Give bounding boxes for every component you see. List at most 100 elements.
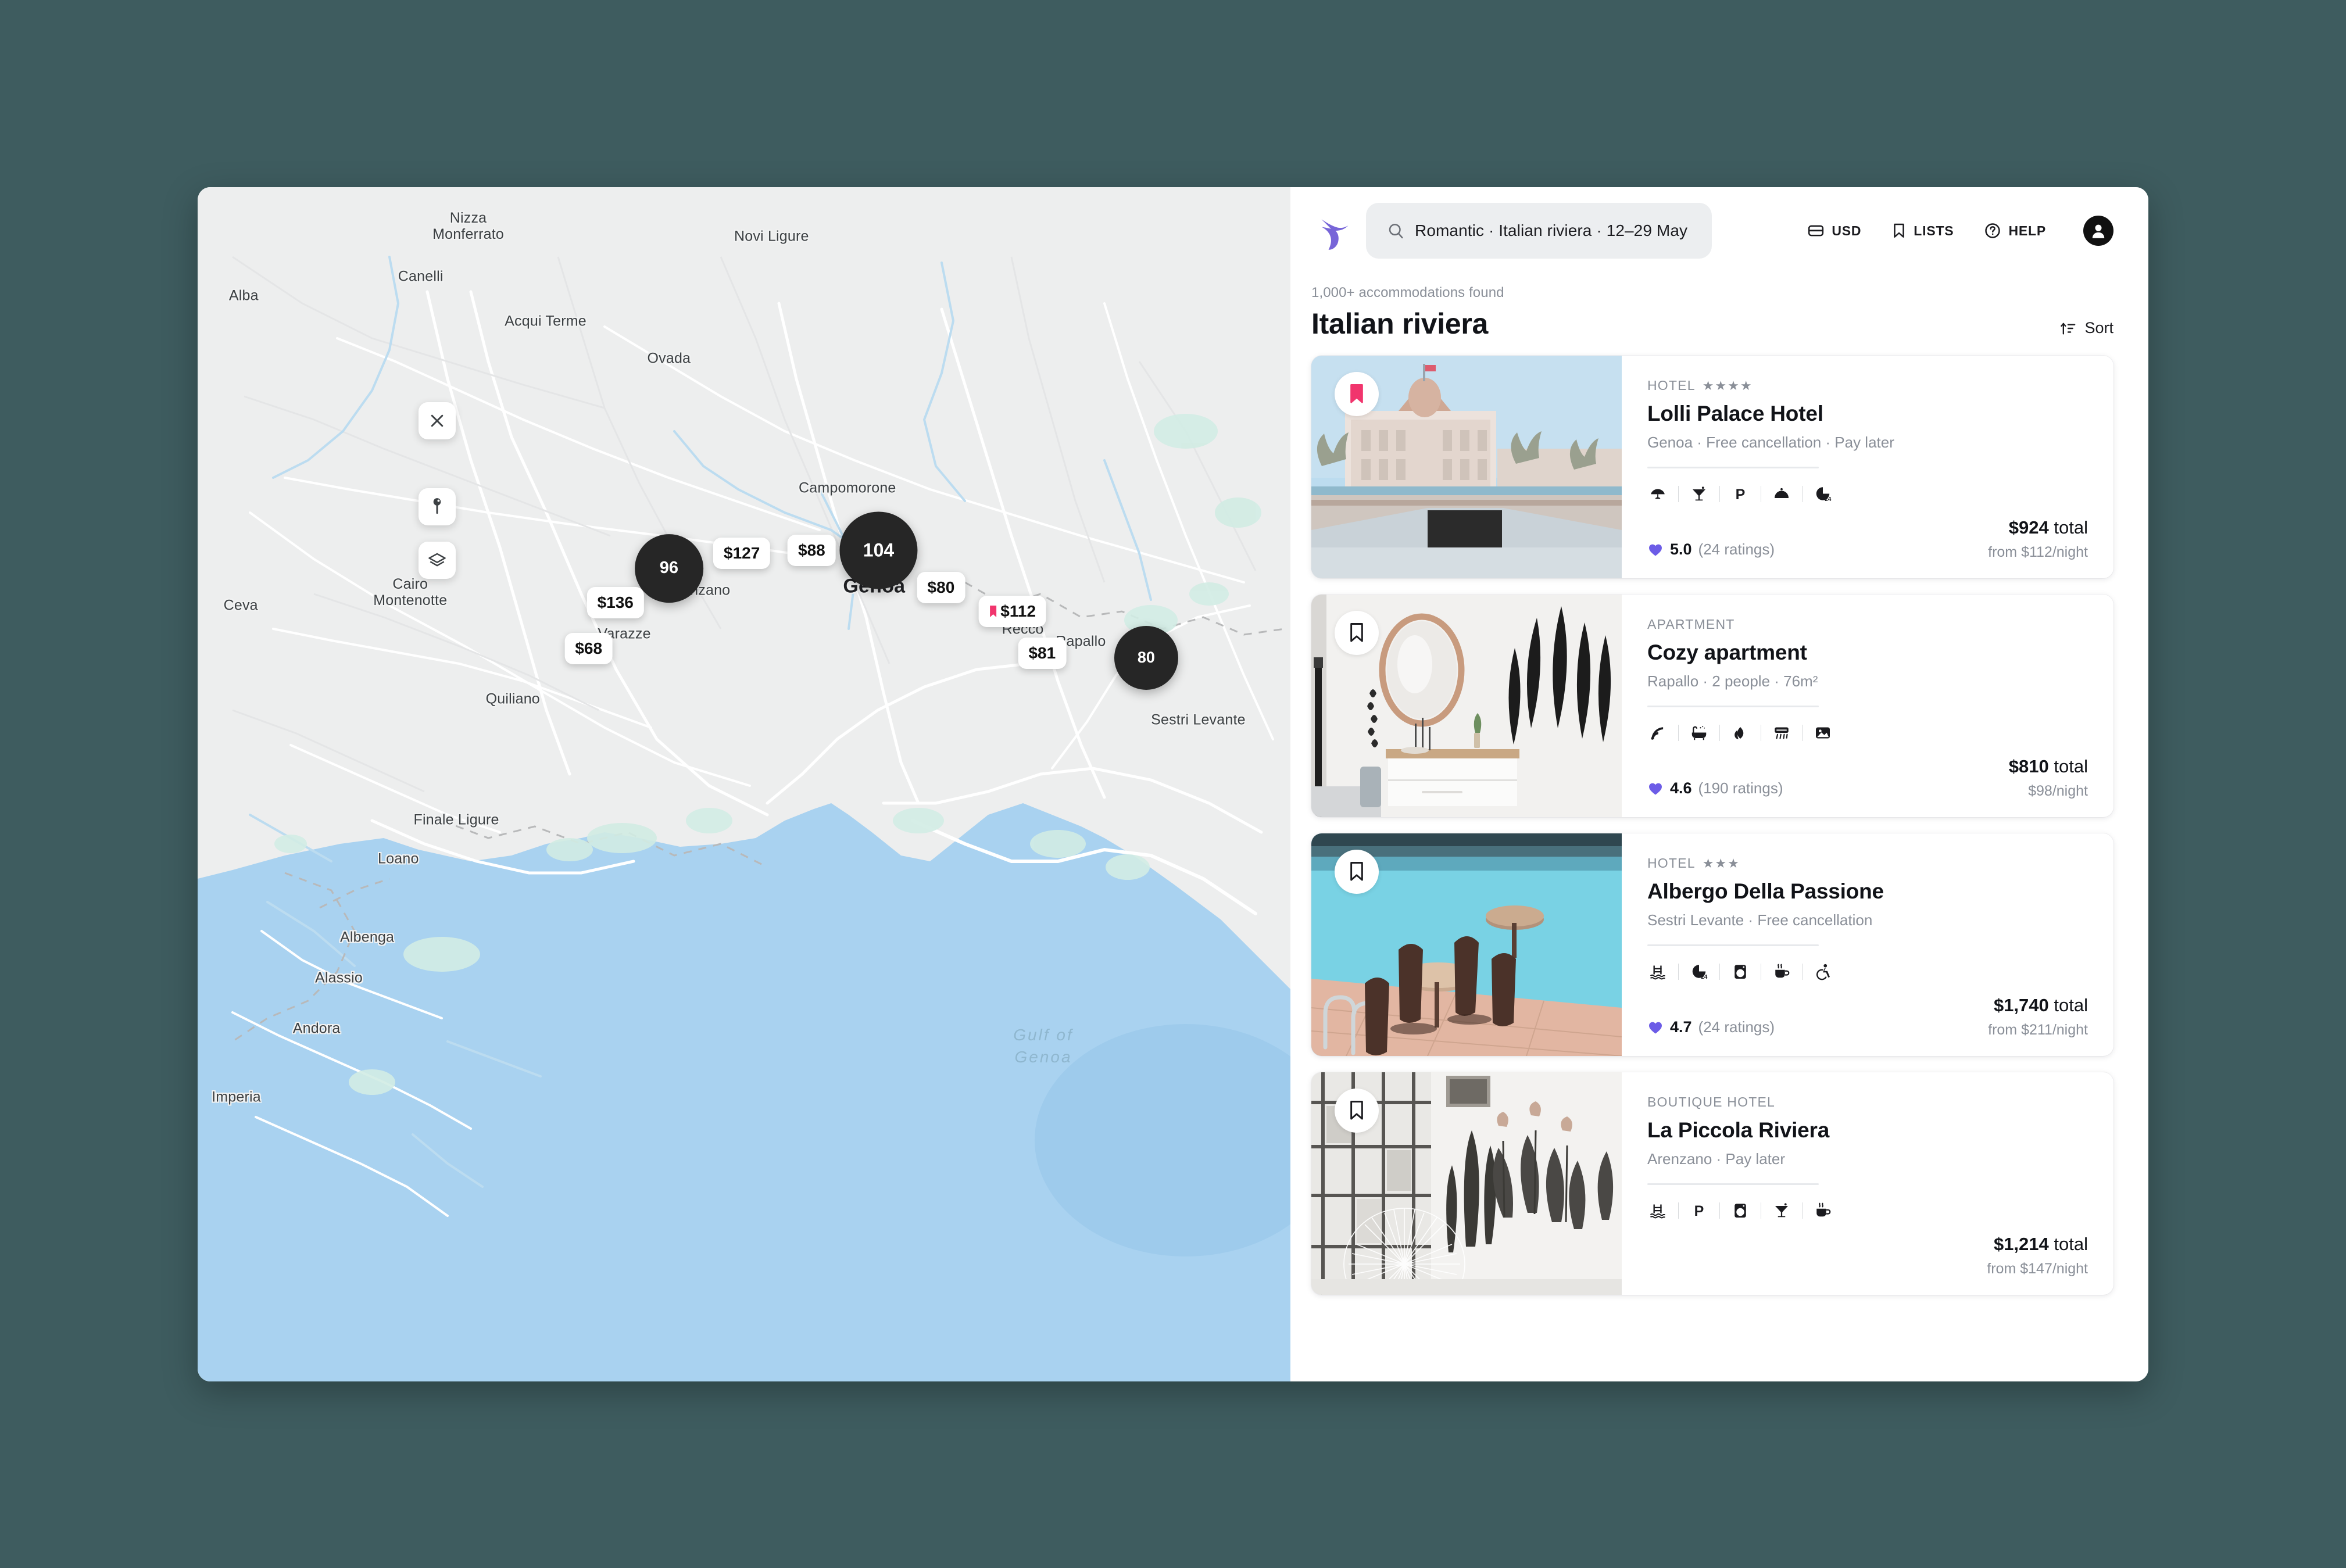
save-listing-button[interactable] xyxy=(1335,372,1379,416)
listing-details: BOUTIQUE HOTEL La Piccola Riviera Arenzano… xyxy=(1622,1072,2113,1295)
listing-type: HOTEL xyxy=(1647,378,1696,393)
listing-photo[interactable] xyxy=(1311,833,1622,1056)
map-price-marker[interactable]: $81 xyxy=(1018,638,1067,669)
help-link[interactable]: HELP xyxy=(1984,222,2046,239)
search-box[interactable]: Romantic · Italian riviera · 12–29 May xyxy=(1366,203,1712,259)
wifi-icon xyxy=(1647,722,1668,743)
rating-count: (190 ratings) xyxy=(1698,779,1783,797)
map-layers-button[interactable] xyxy=(419,542,456,579)
amenities-row: P xyxy=(1647,1200,2088,1221)
amenities-row: 24 xyxy=(1647,961,2088,982)
amenity-separator xyxy=(1802,725,1803,741)
amenities-row: P 24 xyxy=(1647,484,2088,504)
listing-card[interactable]: HOTEL ★★★ Albergo Della Passione Sestri Lev… xyxy=(1311,833,2113,1056)
top-bar: Romantic · Italian riviera · 12–29 May U… xyxy=(1290,187,2148,274)
price-total: $1,740 xyxy=(1993,995,2049,1015)
rating-value: 4.6 xyxy=(1670,779,1692,797)
save-listing-button[interactable] xyxy=(1335,611,1379,655)
results-list: HOTEL ★★★★ Lolli Palace Hotel Genoa · Free … xyxy=(1290,356,2148,1295)
listing-details: APARTMENT Cozy apartment Rapallo · 2 peopl… xyxy=(1622,595,2113,817)
close-icon xyxy=(431,414,444,427)
spa-icon xyxy=(1730,722,1751,743)
price-per-night: from $147/night xyxy=(1987,1261,2088,1277)
star-rating: ★★★★ xyxy=(1702,378,1753,393)
rating: 5.0 (24 ratings) xyxy=(1647,540,1775,559)
search-icon xyxy=(1389,224,1403,239)
bookmark-icon xyxy=(989,606,996,618)
listing-title: Lolli Palace Hotel xyxy=(1647,402,1823,425)
heart-icon xyxy=(1649,544,1662,556)
save-listing-button[interactable] xyxy=(1335,1089,1379,1133)
listing-type: APARTMENT xyxy=(1647,617,1735,632)
heart-icon xyxy=(1649,1022,1662,1033)
price-block: $1,214 total from $147/night xyxy=(1987,1234,2088,1277)
map-cluster-marker[interactable]: 104 xyxy=(839,511,918,589)
price-total: $924 xyxy=(2008,517,2049,538)
currency-selector[interactable]: USD xyxy=(1807,222,1861,239)
amenity-separator xyxy=(1802,1202,1803,1219)
save-listing-button[interactable] xyxy=(1335,850,1379,894)
listing-photo[interactable] xyxy=(1311,356,1622,578)
listing-photo[interactable] xyxy=(1311,595,1622,817)
map-cluster-count: 96 xyxy=(659,559,678,578)
map-pin-button[interactable] xyxy=(419,488,456,525)
map-cluster-count: 104 xyxy=(863,539,895,561)
parking-icon: P xyxy=(1689,1200,1710,1221)
amenity-separator xyxy=(1678,725,1679,741)
listing-kicker: BOUTIQUE HOTEL xyxy=(1647,1094,2088,1110)
listing-card[interactable]: BOUTIQUE HOTEL La Piccola Riviera Arenzano… xyxy=(1311,1072,2113,1295)
results-count: 1,000+ accommodations found xyxy=(1311,285,1504,300)
amenity-separator xyxy=(1719,486,1720,502)
map-canvas[interactable]: Gulf of Genoa Nizza Monferrato Canelli Novi… xyxy=(198,187,1290,1381)
map-price-marker[interactable]: $127 xyxy=(713,538,771,570)
listing-title: Cozy apartment xyxy=(1647,640,1807,664)
map-close-button[interactable] xyxy=(419,402,456,439)
hummingbird-logo[interactable] xyxy=(1311,210,1352,251)
svg-text:P: P xyxy=(1694,1203,1704,1219)
price-total-suffix: total xyxy=(2054,995,2088,1015)
listing-card[interactable]: APARTMENT Cozy apartment Rapallo · 2 peopl… xyxy=(1311,595,2113,817)
rating-count: (24 ratings) xyxy=(1698,1018,1775,1036)
cocktail-icon xyxy=(1771,1200,1792,1221)
price-total-row: $1,214 total xyxy=(1987,1234,2088,1255)
map-price-marker[interactable]: $68 xyxy=(564,633,613,665)
map-price-marker[interactable]: $136 xyxy=(586,586,644,618)
map-price-marker[interactable]: $112 xyxy=(978,596,1047,628)
listing-kicker: HOTEL ★★★ xyxy=(1647,855,2088,871)
listing-title: Albergo Della Passione xyxy=(1647,879,1884,903)
room-service-icon xyxy=(1771,484,1792,504)
beach-umbrella-icon xyxy=(1647,484,1668,504)
heart-icon xyxy=(1649,783,1662,794)
rating-value: 5.0 xyxy=(1670,540,1692,558)
map-pane[interactable]: Gulf of Genoa Nizza Monferrato Canelli Novi… xyxy=(198,187,1290,1381)
hot-drinks-icon xyxy=(1812,1200,1833,1221)
price-per-night: from $112/night xyxy=(1988,544,2088,560)
map-cluster-marker[interactable]: 96 xyxy=(634,534,703,603)
hot-drinks-icon xyxy=(1771,961,1792,982)
map-cluster-marker[interactable]: 80 xyxy=(1114,625,1178,690)
user-icon xyxy=(2092,224,2105,238)
user-avatar[interactable] xyxy=(2083,216,2113,246)
24h-service-icon: 24 xyxy=(1812,484,1833,504)
sort-button[interactable]: Sort xyxy=(2060,319,2113,341)
lists-link[interactable]: LISTS xyxy=(1891,222,1954,239)
map-price-marker[interactable]: $80 xyxy=(917,572,965,604)
svg-text:P: P xyxy=(1736,486,1746,503)
results-pane: Romantic · Italian riviera · 12–29 May U… xyxy=(1290,187,2148,1381)
listing-title: La Piccola Riviera xyxy=(1647,1118,1830,1142)
parking-icon: P xyxy=(1730,484,1751,504)
map-price-marker[interactable]: $88 xyxy=(788,535,836,567)
listing-photo[interactable] xyxy=(1311,1072,1622,1295)
bookmark-icon xyxy=(1350,623,1363,642)
app-window: Gulf of Genoa Nizza Monferrato Canelli Novi… xyxy=(198,187,2148,1381)
search-query-text: Romantic · Italian riviera · 12–29 May xyxy=(1415,221,1688,239)
amenity-separator xyxy=(1719,725,1720,741)
listing-card[interactable]: HOTEL ★★★★ Lolli Palace Hotel Genoa · Free … xyxy=(1311,356,2113,578)
map-price-label: $112 xyxy=(1000,602,1036,621)
amenity-separator xyxy=(1802,486,1803,502)
price-per-night: $98/night xyxy=(2028,783,2088,799)
map-price-label: $81 xyxy=(1028,644,1056,662)
washing-machine-icon xyxy=(1730,961,1751,982)
price-total-row: $810 total xyxy=(2009,756,2088,777)
listing-kicker: HOTEL ★★★★ xyxy=(1647,378,2088,393)
